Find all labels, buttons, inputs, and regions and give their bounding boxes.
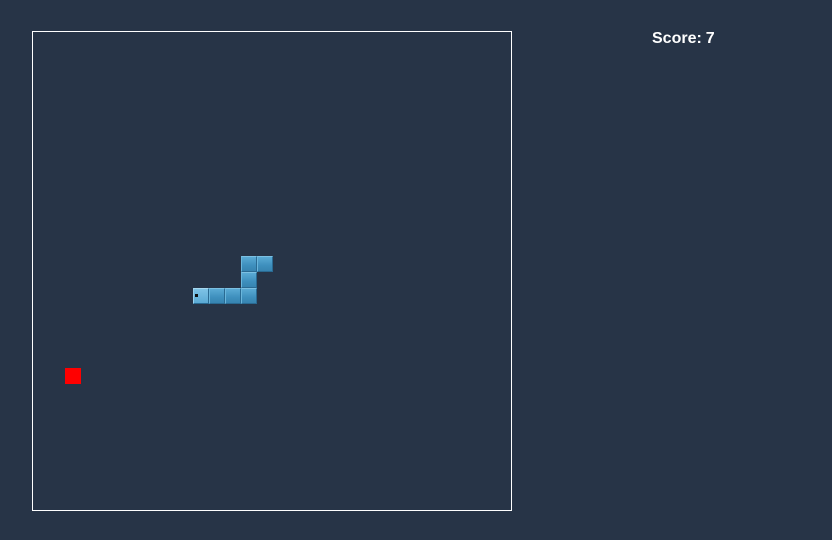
score-display: Score: 7 — [652, 30, 715, 48]
score-label: Score: — [652, 30, 702, 47]
snake-segment — [241, 288, 257, 304]
snake-head — [193, 288, 209, 304]
score-value: 7 — [705, 30, 715, 47]
snake-eye — [195, 294, 198, 297]
snake-segment — [241, 256, 257, 272]
game-board[interactable] — [32, 31, 512, 511]
snake-segment — [257, 256, 273, 272]
snake-segment — [241, 272, 257, 288]
game-screen: Score: 7 — [0, 0, 832, 540]
food-pellet — [65, 368, 81, 384]
snake-segment — [209, 288, 225, 304]
snake-segment — [225, 288, 241, 304]
